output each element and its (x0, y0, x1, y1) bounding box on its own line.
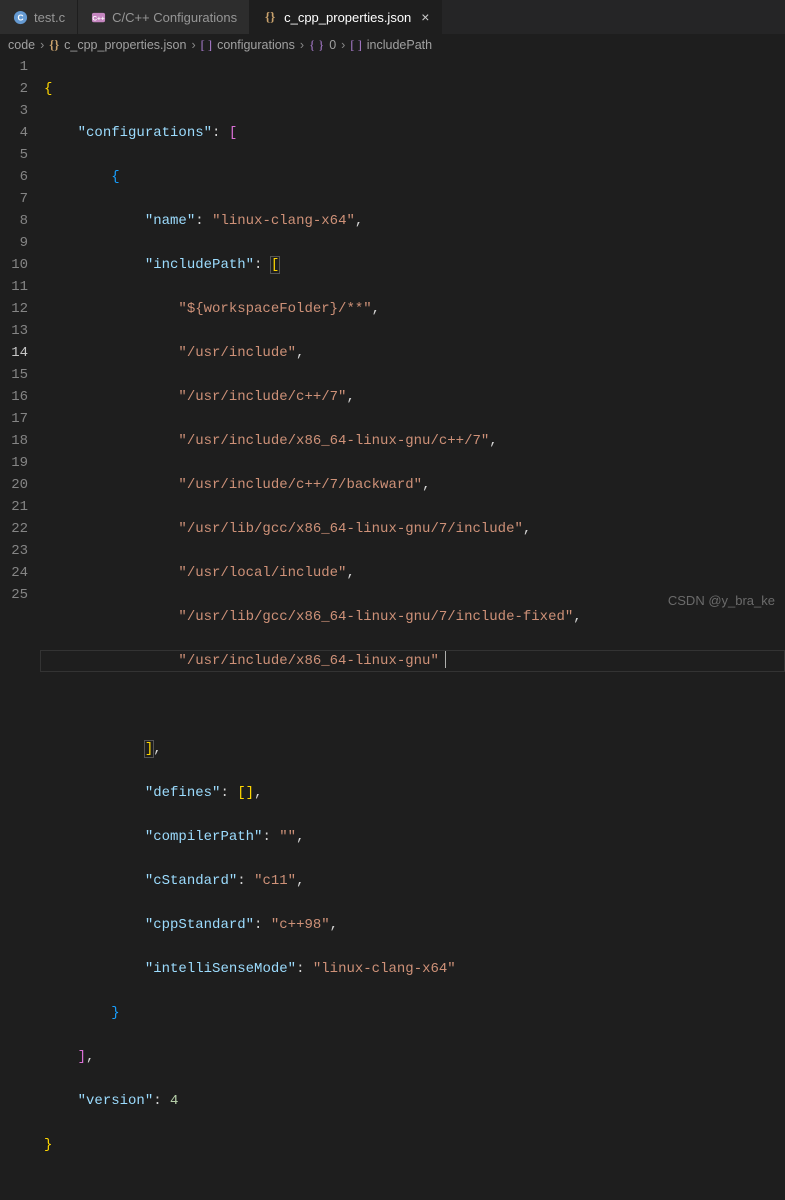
json-key: "intelliSenseMode" (145, 961, 296, 977)
json-string: "/usr/include" (178, 345, 296, 361)
watermark: CSDN @y_bra_ke (668, 593, 775, 608)
json-braces-icon: {} (262, 9, 278, 25)
tab-test-c[interactable]: C test.c (0, 0, 78, 34)
json-string: "c++98" (271, 917, 330, 933)
svg-text:C: C (17, 12, 23, 22)
tab-bar: C test.c C++ C/C++ Configurations {} c_c… (0, 0, 785, 34)
array-icon: [ ] (350, 38, 361, 53)
svg-text:C++: C++ (92, 15, 105, 22)
line-number-gutter: 12345 678910 1112131415 1617181920 21222… (0, 56, 44, 1200)
json-string: "c11" (254, 873, 296, 889)
tab-label: C/C++ Configurations (112, 10, 237, 25)
json-number: 4 (170, 1093, 178, 1109)
close-icon[interactable]: × (417, 9, 429, 25)
chevron-right-icon: › (37, 38, 47, 52)
json-key: "defines" (145, 785, 221, 801)
c-file-icon: C (12, 9, 28, 25)
tab-label: c_cpp_properties.json (284, 10, 411, 25)
json-key: "compilerPath" (145, 829, 263, 845)
tab-c-cpp-properties[interactable]: {} c_cpp_properties.json × (250, 0, 442, 34)
array-icon: [ ] (201, 38, 212, 53)
json-string: "/usr/include/c++/7" (178, 389, 346, 405)
json-key: "cStandard" (145, 873, 237, 889)
json-string: "/usr/include/x86_64-linux-gnu" (178, 653, 438, 669)
json-string: "/usr/lib/gcc/x86_64-linux-gnu/7/include… (178, 609, 573, 625)
json-key: "name" (145, 213, 195, 229)
json-string: "${workspaceFolder}/**" (178, 301, 371, 317)
crumb-includepath[interactable]: includePath (367, 38, 432, 52)
crumb-file[interactable]: c_cpp_properties.json (64, 38, 186, 52)
object-icon: { } (309, 38, 324, 53)
crumb-index[interactable]: 0 (329, 38, 336, 52)
json-string: "linux-clang-x64" (313, 961, 456, 977)
chevron-right-icon: › (338, 38, 348, 52)
json-string: "/usr/include/c++/7/backward" (178, 477, 422, 493)
cpp-config-icon: C++ (90, 9, 106, 25)
json-string: "" (279, 829, 296, 845)
chevron-right-icon: › (297, 38, 307, 52)
json-key: "version" (78, 1093, 154, 1109)
chevron-right-icon: › (188, 38, 198, 52)
crumb-folder[interactable]: code (8, 38, 35, 52)
tab-label: test.c (34, 10, 65, 25)
json-string: "linux-clang-x64" (212, 213, 355, 229)
json-string: "/usr/include/x86_64-linux-gnu/c++/7" (178, 433, 489, 449)
json-string: "/usr/lib/gcc/x86_64-linux-gnu/7/include… (178, 521, 522, 537)
json-key: "includePath" (145, 257, 254, 273)
editor[interactable]: 12345 678910 1112131415 1617181920 21222… (0, 56, 785, 1200)
json-key: "cppStandard" (145, 917, 254, 933)
text-cursor (445, 651, 446, 668)
tab-cpp-config[interactable]: C++ C/C++ Configurations (78, 0, 250, 34)
crumb-configurations[interactable]: configurations (217, 38, 295, 52)
json-key: "configurations" (78, 125, 212, 141)
json-braces-icon: {} (49, 38, 59, 53)
breadcrumb[interactable]: code › {} c_cpp_properties.json › [ ] co… (0, 34, 785, 56)
code-area[interactable]: { "configurations": [ { "name": "linux-c… (44, 56, 785, 1200)
json-string: "/usr/local/include" (178, 565, 346, 581)
